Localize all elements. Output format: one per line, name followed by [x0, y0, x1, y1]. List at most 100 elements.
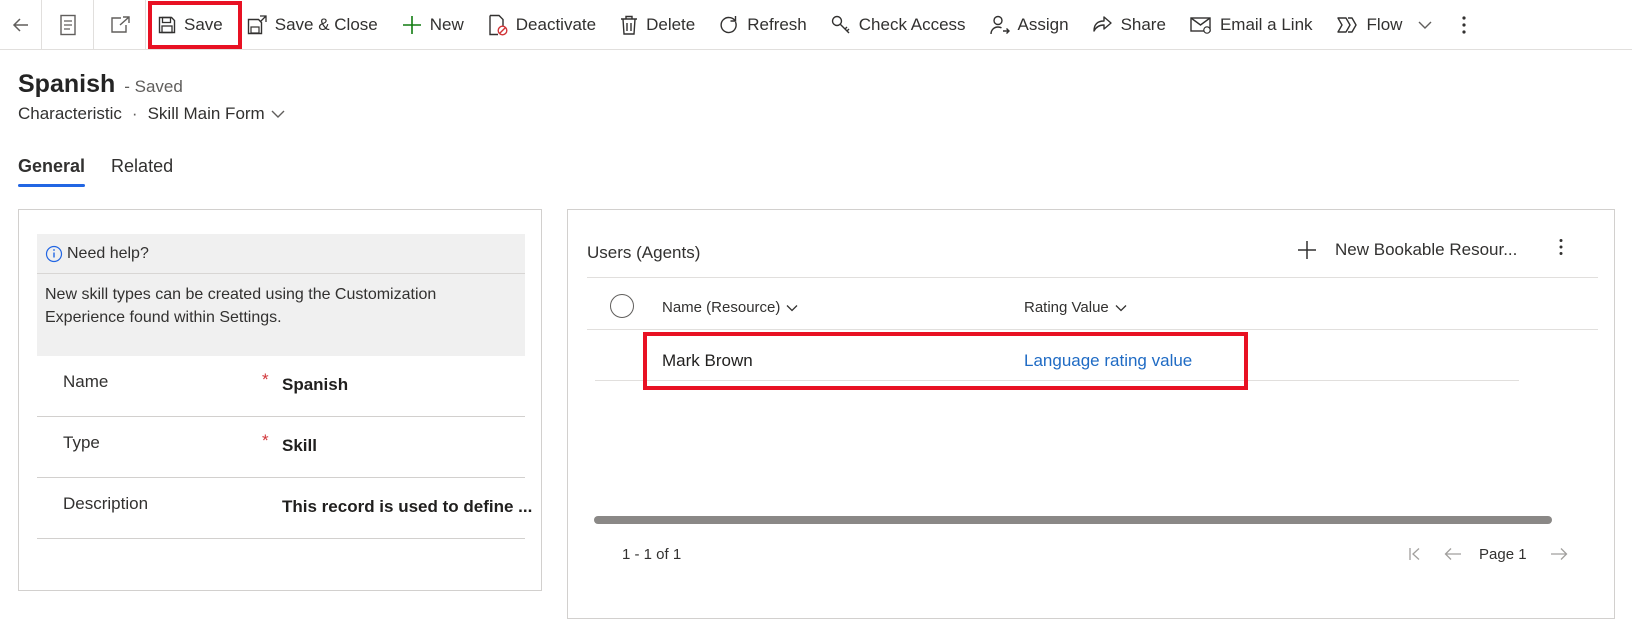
key-icon	[831, 15, 850, 33]
field-description[interactable]: Description This record is used to defin…	[37, 478, 532, 539]
separator-dot: ·	[131, 104, 138, 123]
refresh-label: Refresh	[747, 14, 807, 34]
column-divider	[587, 329, 1598, 330]
save-button[interactable]: Save	[146, 0, 235, 50]
column-header-label: Name (Resource)	[662, 299, 781, 316]
record-header: Spanish - Saved	[18, 70, 183, 99]
plus-icon	[402, 15, 421, 34]
delete-button[interactable]: Delete	[608, 0, 707, 50]
open-in-new-window-icon	[110, 15, 130, 33]
deactivate-document-icon	[489, 14, 508, 36]
horizontal-scrollbar[interactable]	[594, 516, 1552, 524]
refresh-button[interactable]: Refresh	[707, 0, 819, 50]
share-icon	[1092, 15, 1112, 32]
back-button[interactable]	[0, 0, 42, 50]
assign-person-icon	[989, 15, 1010, 34]
email-link-icon	[1190, 16, 1211, 34]
form-tabs: General Related	[18, 156, 199, 187]
flow-label: Flow	[1366, 14, 1403, 34]
email-link-label: Email a Link	[1219, 14, 1313, 34]
column-header-rating[interactable]: Rating Value	[1024, 299, 1127, 316]
help-panel: Need help? New skill types can be create…	[37, 234, 525, 356]
required-marker: *	[262, 431, 269, 450]
record-save-status: - Saved	[124, 77, 183, 96]
help-header: Need help?	[37, 234, 525, 274]
left-arrow-icon	[1444, 548, 1461, 560]
save-label: Save	[184, 14, 223, 34]
chevron-down-icon[interactable]	[271, 109, 285, 119]
column-header-label: Rating Value	[1024, 299, 1109, 316]
back-arrow-icon	[12, 17, 28, 32]
general-section: Need help? New skill types can be create…	[18, 209, 542, 591]
vertical-ellipsis-icon	[1462, 15, 1467, 34]
cell-resource-name[interactable]: Mark Brown	[662, 351, 753, 371]
open-new-window-button[interactable]	[94, 0, 146, 50]
subgrid-more-button[interactable]	[1558, 238, 1564, 262]
deactivate-label: Deactivate	[515, 14, 597, 34]
field-label: Description	[63, 494, 149, 513]
flow-icon	[1336, 16, 1357, 33]
save-close-button[interactable]: Save & Close	[235, 0, 390, 50]
save-close-label: Save & Close	[274, 14, 378, 34]
record-title: Spanish	[18, 70, 116, 98]
chevron-down-icon	[786, 304, 798, 311]
form-view-button[interactable]	[42, 0, 94, 50]
share-label: Share	[1120, 14, 1166, 34]
subgrid-title: Users (Agents)	[587, 243, 701, 262]
share-button[interactable]: Share	[1081, 0, 1178, 50]
row-divider	[595, 380, 1519, 381]
info-icon	[45, 245, 63, 262]
pagination: Page 1	[1403, 542, 1585, 566]
help-text: New skill types can be created using the…	[45, 286, 437, 326]
page-label: Page 1	[1479, 545, 1527, 563]
field-type[interactable]: Type * Skill	[37, 417, 525, 478]
right-arrow-icon	[1550, 548, 1567, 560]
new-bookable-resource-button[interactable]: New Bookable Resour...	[1297, 240, 1517, 260]
check-access-label: Check Access	[858, 14, 966, 34]
trash-icon	[621, 15, 638, 35]
record-count: 1 - 1 of 1	[622, 546, 682, 563]
field-label: Type	[63, 433, 100, 452]
column-header-name[interactable]: Name (Resource)	[662, 299, 798, 316]
header-divider	[587, 277, 1598, 278]
users-agents-subgrid: Users (Agents) New Bookable Resour... Na…	[567, 209, 1615, 619]
form-selector[interactable]: Skill Main Form	[148, 104, 265, 124]
select-all-checkbox[interactable]	[610, 294, 634, 318]
save-close-icon	[247, 14, 267, 34]
tab-general[interactable]: General	[18, 156, 86, 187]
chevron-down-icon	[1115, 304, 1127, 311]
refresh-icon	[720, 15, 737, 33]
record-subheader: Characteristic · Skill Main Form	[18, 104, 285, 124]
assign-label: Assign	[1017, 14, 1069, 34]
chevron-down-icon	[1418, 21, 1432, 29]
command-bar: Save Save & Close New Deactivate Delete …	[0, 0, 1632, 50]
vertical-ellipsis-icon	[1559, 239, 1563, 255]
check-access-button[interactable]: Check Access	[819, 0, 978, 50]
flow-button[interactable]: Flow	[1325, 0, 1445, 50]
help-title: Need help?	[67, 244, 149, 262]
next-page-button[interactable]	[1547, 542, 1571, 566]
entity-name: Characteristic	[18, 104, 122, 123]
first-page-button[interactable]	[1403, 542, 1427, 566]
email-link-button[interactable]: Email a Link	[1178, 0, 1325, 50]
new-bookable-resource-label: New Bookable Resour...	[1335, 240, 1518, 259]
first-page-icon	[1409, 548, 1420, 560]
previous-page-button[interactable]	[1441, 542, 1465, 566]
field-label: Name	[63, 372, 109, 391]
plus-icon	[1298, 241, 1316, 259]
required-marker: *	[262, 370, 269, 389]
cell-rating-value-link[interactable]: Language rating value	[1024, 351, 1192, 371]
document-icon	[59, 14, 76, 35]
field-name[interactable]: Name * Spanish	[37, 356, 525, 417]
more-commands-button[interactable]	[1444, 0, 1484, 50]
new-label: New	[429, 14, 464, 34]
assign-button[interactable]: Assign	[978, 0, 1081, 50]
field-value[interactable]: Skill	[282, 436, 317, 456]
field-value[interactable]: Spanish	[282, 375, 348, 395]
deactivate-button[interactable]: Deactivate	[476, 0, 608, 50]
delete-label: Delete	[646, 14, 696, 34]
tab-related[interactable]: Related	[111, 156, 173, 187]
new-button[interactable]: New	[390, 0, 476, 50]
save-disk-icon	[158, 16, 176, 33]
field-value[interactable]: This record is used to define ...	[282, 497, 532, 517]
